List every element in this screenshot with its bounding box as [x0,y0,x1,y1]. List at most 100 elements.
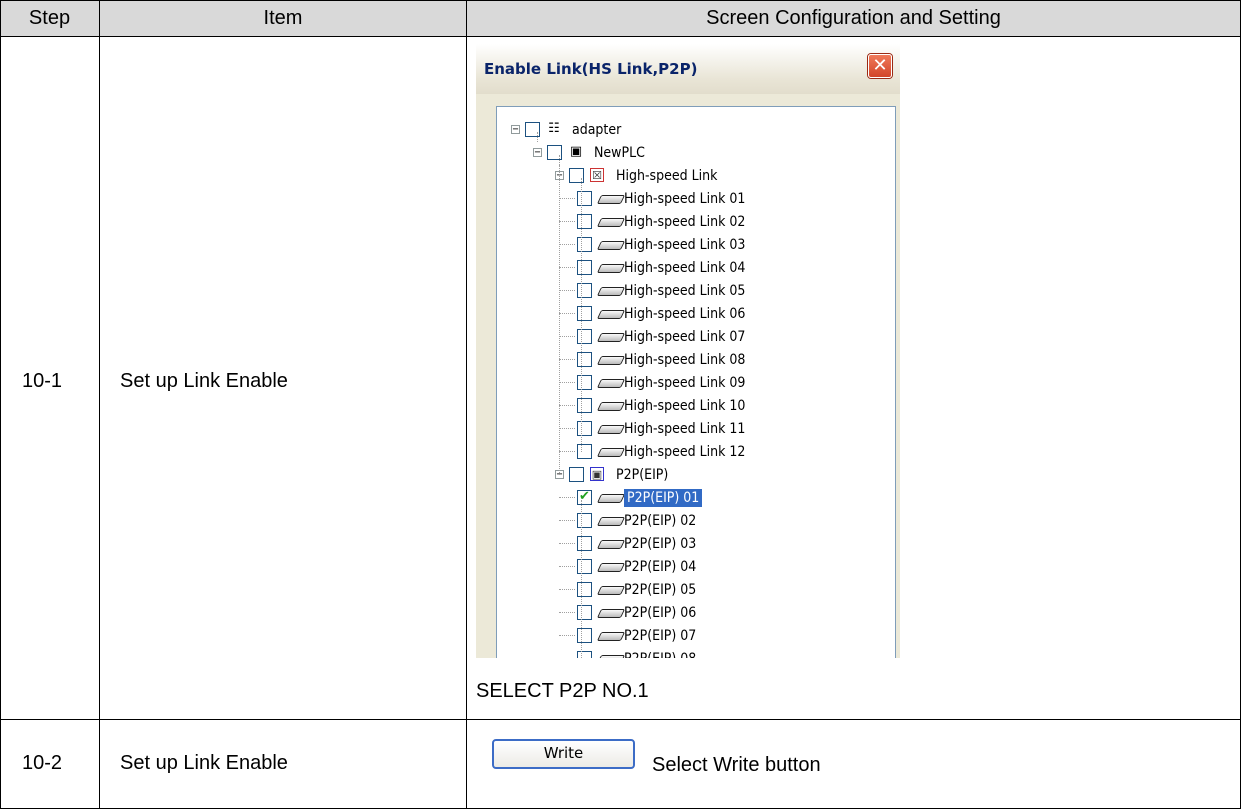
checkbox[interactable] [577,651,592,658]
link-block-icon [596,563,626,572]
tree-item[interactable]: High-speed Link 12 [497,441,893,463]
plc-cube-icon: ▣ [569,144,583,159]
tree-item-label: High-speed Link 08 [624,352,746,368]
tree-item-label: NewPLC [594,145,645,161]
collapse-toggle-icon[interactable]: − [511,125,520,135]
link-block-icon [596,425,626,434]
tree-item[interactable]: − ☷ adapter [497,119,893,141]
tree-connector [559,612,575,613]
tree-item[interactable]: P2P(EIP) 07 [497,625,893,647]
tree-item-label: High-speed Link 09 [624,375,746,391]
tree-item[interactable]: High-speed Link 04 [497,257,893,279]
tree-item[interactable]: − ☒ High-speed Link [497,165,893,187]
link-block-icon [596,448,626,457]
tree-item-label: P2P(EIP) 02 [624,513,697,529]
tree-item-label: P2P(EIP) [616,467,669,483]
tree-item[interactable]: High-speed Link 08 [497,349,893,371]
checkbox[interactable] [577,582,592,597]
tree-item-label: High-speed Link [616,168,718,184]
checkbox[interactable] [577,329,592,344]
checkbox[interactable] [577,306,592,321]
checkbox[interactable] [577,375,592,390]
tree-item-label: High-speed Link 12 [624,444,746,460]
tree-item-label: High-speed Link 05 [624,283,746,299]
tree-connector [559,313,575,314]
write-button[interactable]: Write [492,739,635,769]
tree-item[interactable]: High-speed Link 02 [497,211,893,233]
checkbox[interactable] [577,605,592,620]
link-block-icon [596,655,626,658]
tree-connector [559,428,575,429]
tree-item[interactable]: − ▣ NewPLC [497,142,893,164]
checkbox[interactable] [577,260,592,275]
header-item: Item [263,7,303,29]
link-tree[interactable]: − ☷ adapter − ▣ NewPLC − ☒ High-speed Link High-s… [496,106,896,658]
tree-item-label: High-speed Link 07 [624,329,746,345]
tree-guide-line [559,155,560,165]
tree-item[interactable]: High-speed Link 10 [497,395,893,417]
enable-link-dialog: Enable Link(HS Link,P2P) ✕ − ☷ adapter − ▣ Ne… [476,44,900,658]
checkbox[interactable] [577,352,592,367]
tree-item[interactable]: P2P(EIP) 02 [497,510,893,532]
tree-item[interactable]: − ▣ P2P(EIP) [497,464,893,486]
checkbox[interactable] [577,398,592,413]
link-block-icon [596,402,626,411]
tree-item[interactable]: P2P(EIP) 08 [497,648,893,658]
header-step: Step [28,7,71,29]
checkbox[interactable] [577,536,592,551]
link-block-icon [596,632,626,641]
tree-item[interactable]: High-speed Link 01 [497,188,893,210]
tree-item[interactable]: High-speed Link 06 [497,303,893,325]
link-block-icon [596,494,626,503]
checkbox[interactable] [577,628,592,643]
tree-item-label: P2P(EIP) 04 [624,559,697,575]
checkbox[interactable] [577,283,592,298]
tree-connector [559,405,575,406]
tree-item[interactable]: P2P(EIP) 01 [497,487,893,509]
tree-item-label: High-speed Link 03 [624,237,746,253]
link-block-icon [596,540,626,549]
link-block-icon [596,517,626,526]
p2p-group-icon: ▣ [590,467,604,481]
tree-connector [559,198,575,199]
link-block-icon [596,379,626,388]
tree-item-label: High-speed Link 02 [624,214,746,230]
checkbox[interactable] [577,559,592,574]
tree-connector [559,221,575,222]
checkbox[interactable] [577,237,592,252]
tree-item[interactable]: High-speed Link 05 [497,280,893,302]
tree-item-label: High-speed Link 10 [624,398,746,414]
checkbox-checked[interactable] [577,488,592,505]
tree-item[interactable]: P2P(EIP) 05 [497,579,893,601]
dialog-titlebar[interactable]: Enable Link(HS Link,P2P) ✕ [476,44,900,94]
checkbox[interactable] [577,421,592,436]
tree-connector [559,290,575,291]
tree-connector [559,497,575,498]
checkbox[interactable] [577,191,592,206]
tree-item[interactable]: High-speed Link 03 [497,234,893,256]
link-block-icon [596,241,626,250]
dialog-title: Enable Link(HS Link,P2P) [484,60,698,78]
tree-item-label: P2P(EIP) 08 [624,650,696,658]
checkbox[interactable] [569,467,584,482]
tree-item[interactable]: P2P(EIP) 04 [497,556,893,578]
checkbox[interactable] [577,513,592,528]
row1-step: 10-1 [22,370,63,392]
row1-caption: SELECT P2P NO.1 [476,680,649,702]
collapse-toggle-icon[interactable]: − [533,148,542,158]
checkbox[interactable] [577,214,592,229]
link-block-icon [596,264,626,273]
tree-item[interactable]: P2P(EIP) 03 [497,533,893,555]
tree-item[interactable]: High-speed Link 09 [497,372,893,394]
checkbox[interactable] [577,444,592,459]
tree-item[interactable]: High-speed Link 11 [497,418,893,440]
close-icon[interactable]: ✕ [868,54,892,78]
row2-step: 10-2 [22,752,63,774]
tree-connector [559,520,575,521]
tree-item[interactable]: High-speed Link 07 [497,326,893,348]
link-block-icon [596,333,626,342]
link-block-icon [596,586,626,595]
tree-item-label: P2P(EIP) 06 [624,605,697,621]
tree-item[interactable]: P2P(EIP) 06 [497,602,893,624]
link-block-icon [596,356,626,365]
